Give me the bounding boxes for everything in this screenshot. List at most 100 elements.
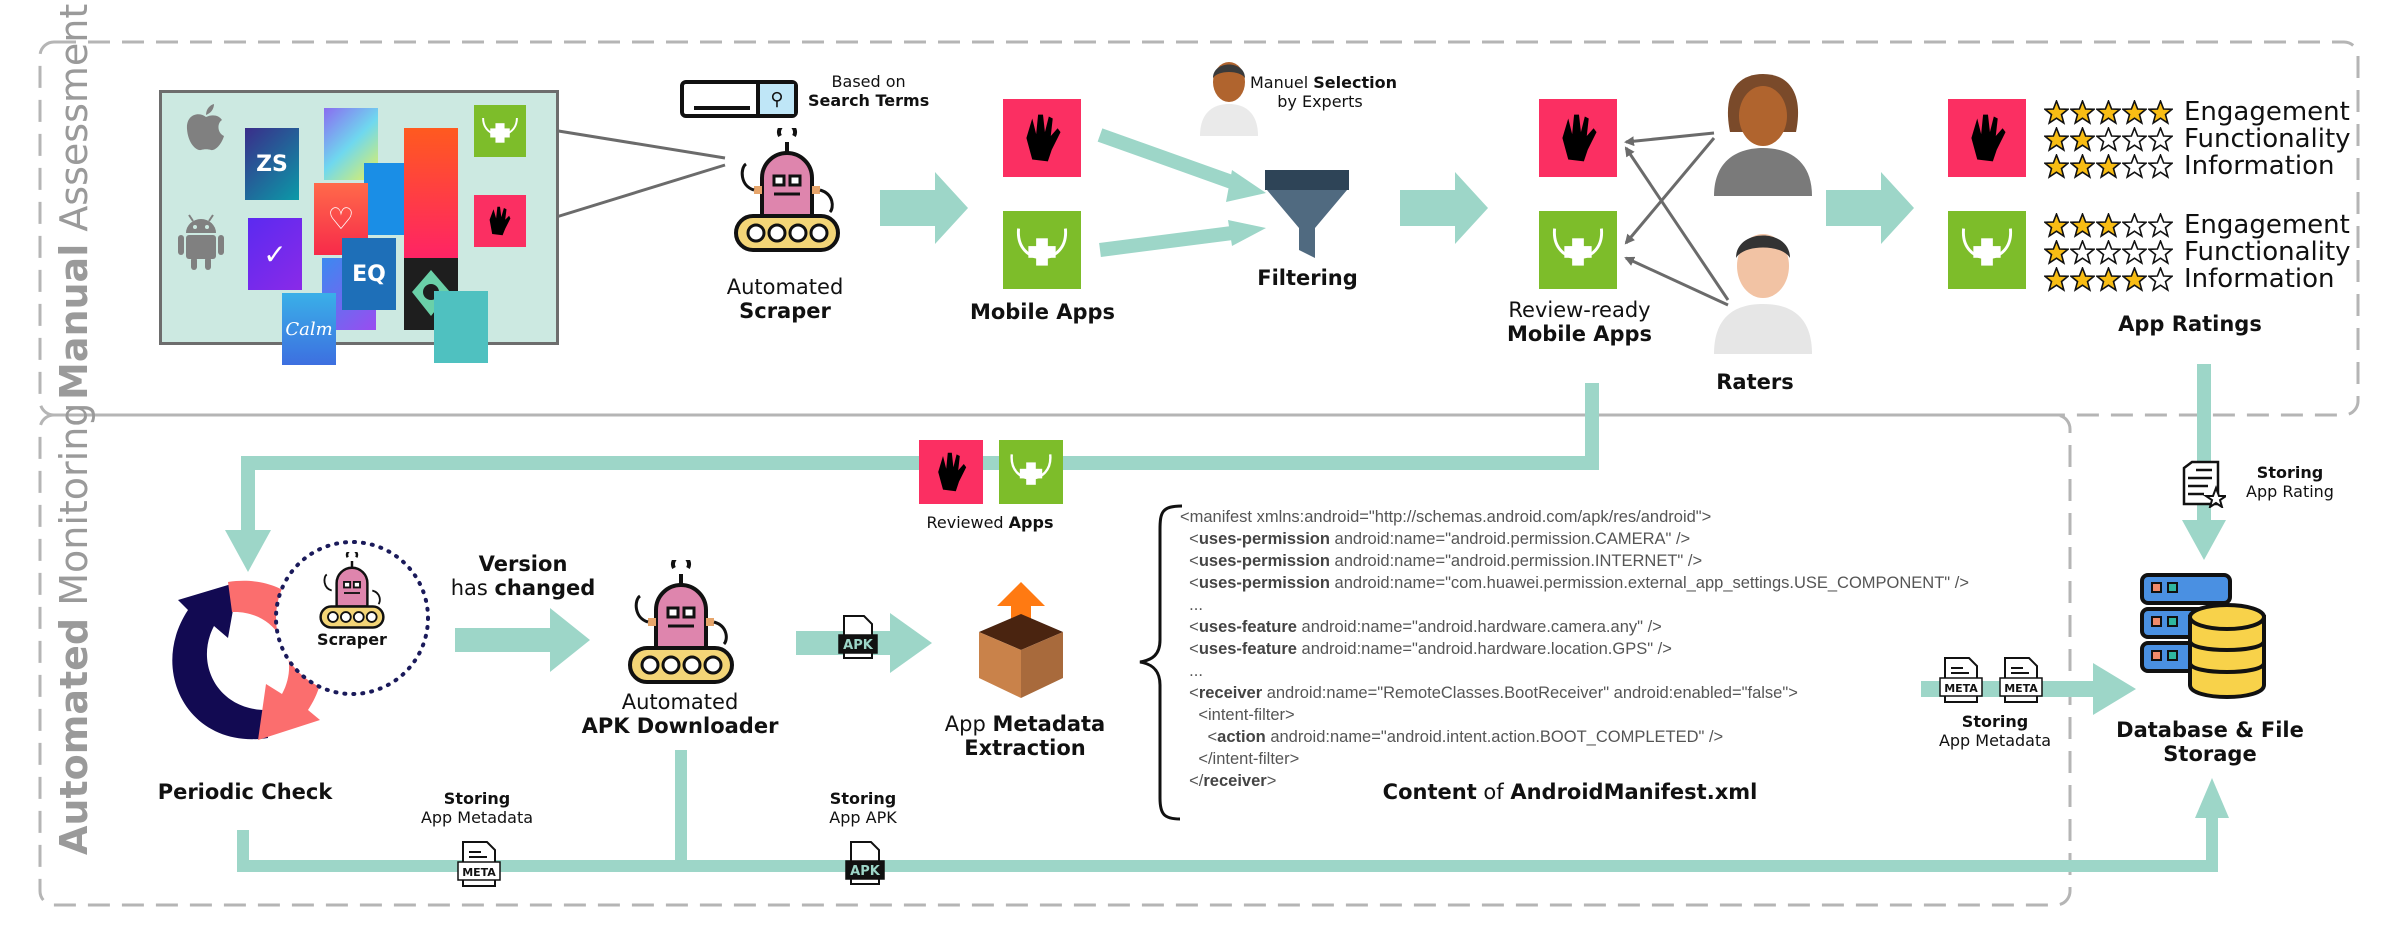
star-filled-icon [2070,213,2095,238]
calm-app-icon: Calm [282,293,336,365]
apk-file-icon-bottom: APK [845,840,885,886]
storing-metadata-left-line2: App Metadata [420,808,534,827]
apk-file-icon: APK [838,614,878,660]
version-line1: Version [478,552,568,576]
review-ready-line2: Mobile Apps [1506,322,1653,346]
search-text-line [694,106,750,110]
app-ratings-caption: App Ratings [2105,312,2275,336]
storing-metadata-right-caption: Storing App Metadata [1930,712,2060,750]
helping-hand-icon [938,452,967,492]
version-line2-bold: changed [494,576,596,600]
raters-caption: Raters [1700,370,1810,394]
meta-file-icon-bottom: META [457,840,501,888]
mobile-apps-label: Mobile Apps [969,300,1116,324]
app-store-collage: ZS ♡ ✓ EQ Calm [159,90,559,365]
rating-row-engagement: Engagement [2044,212,2350,239]
scraper-caption-line1: Automated [726,275,844,299]
manifest-line: <uses-feature android:name="android.hard… [1180,618,1662,636]
metadata-extraction-box-icon [979,582,1063,698]
star-empty-icon [2096,240,2121,265]
reviewed-app-pink-tile[interactable] [919,440,983,504]
review-ready-green-tile[interactable] [1539,211,1617,289]
search-caption-line2: Search Terms [808,91,930,110]
manifest-caption-bold1: Content [1382,780,1477,804]
rated-app-pink-tile[interactable] [1948,99,2026,177]
reviewed-app-green-tile[interactable] [999,440,1063,504]
storing-apk-line1: Storing [829,789,897,808]
expert-text-normal: Manuel [1250,73,1314,92]
storing-metadata-left-caption: Storing App Metadata [412,789,542,827]
star-empty-icon [2122,154,2147,179]
file-badge-text: META [1944,682,1978,695]
star-rating [2044,100,2174,125]
version-line2-normal: has [450,576,495,600]
rated-app-green-tile[interactable] [1948,211,2026,289]
manifest-line: <action android:name="android.intent.act… [1180,728,1724,746]
rating-row-functionality: Functionality [2044,126,2351,153]
scraper-caption-line2: Scraper [739,299,831,323]
filtering-caption: Filtering [1240,266,1375,290]
manifest-line: </intent-filter> [1180,750,1300,768]
star-empty-icon [2148,154,2173,179]
funnel-filter-icon [1265,170,1349,258]
arrow-version-changed [455,608,590,672]
automated-scraper-caption: Automated Scraper [725,275,845,323]
mobile-app-green-tile[interactable] [1003,211,1081,289]
star-filled-icon [2070,100,2095,125]
expert-text-bold: Selection [1313,73,1397,92]
star-filled-icon [2096,213,2121,238]
helping-hand-icon [1026,114,1061,162]
android-manifest-content: <manifest xmlns:android="http://schemas.… [1180,506,1969,792]
arrow-scraper-to-apps [880,172,968,244]
manifest-line: <uses-feature android:name="android.hard… [1180,640,1672,658]
manifest-line: <uses-permission android:name="android.p… [1180,530,1691,548]
mobile-app-pink-tile[interactable] [1003,99,1081,177]
rating-criterion-label: Information [2184,264,2335,294]
star-rating [2044,267,2174,292]
mobile-apps-caption: Mobile Apps [965,300,1120,324]
storing-metadata-left-line1: Storing [443,789,511,808]
android-logo-icon [178,214,224,270]
funnel-arrowhead-bottom [1228,220,1266,246]
star-filled-icon [2096,154,2121,179]
star-empty-icon [2148,267,2173,292]
apk-downloader-line2: APK Downloader [581,714,779,738]
search-terms-caption: Based on Search Terms [808,72,929,110]
small-scraper-robot-icon [319,552,385,629]
zs-app-icon: ZS [245,128,299,200]
star-empty-icon [2122,240,2147,265]
extraction-line1-bold: Metadata [992,712,1106,736]
automated-bold: Automated [52,617,96,855]
version-changed-caption: Version has changed [448,552,598,600]
star-filled-icon [2044,154,2069,179]
walking-app-icon [404,128,458,268]
search-caption-line1: Based on [831,72,906,91]
storing-metadata-right-line2: App Metadata [1938,731,2052,750]
manifest-line: <intent-filter> [1180,706,1295,724]
rating-row-engagement: Engagement [2044,99,2350,126]
manifest-brace [1139,504,1183,821]
check-leaf-app-icon: ✓ [248,218,302,290]
star-filled-icon [2148,100,2173,125]
rating-document-icon [2182,460,2226,508]
metadata-extraction-caption: App Metadata Extraction [930,712,1120,760]
periodic-check-label: Periodic Check [157,780,333,804]
automated-rest: Monitoring [52,402,96,618]
ratings-to-db-arrowhead [2182,520,2226,560]
male-rater-icon [1714,234,1812,354]
scraper-badge-label: Scraper [317,630,387,649]
meta-file-icon-2: META [1999,656,2043,704]
star-filled-icon [2122,267,2147,292]
manifest-line: ... [1180,662,1203,680]
funnel-arrowhead-top [1226,170,1266,202]
arrows-into-funnel [1097,128,1243,257]
extraction-line2: Extraction [964,736,1086,760]
review-ready-pink-tile[interactable] [1539,99,1617,177]
manifest-line: <uses-permission android:name="android.p… [1180,552,1703,570]
filtering-label: Filtering [1257,266,1358,290]
nutrition-cross-icon [1017,228,1067,266]
search-box: ⚲ [680,80,798,118]
database-caption: Database & File Storage [2110,718,2310,766]
star-empty-icon [2070,240,2095,265]
scraper-badge-caption: Scraper [302,630,402,649]
